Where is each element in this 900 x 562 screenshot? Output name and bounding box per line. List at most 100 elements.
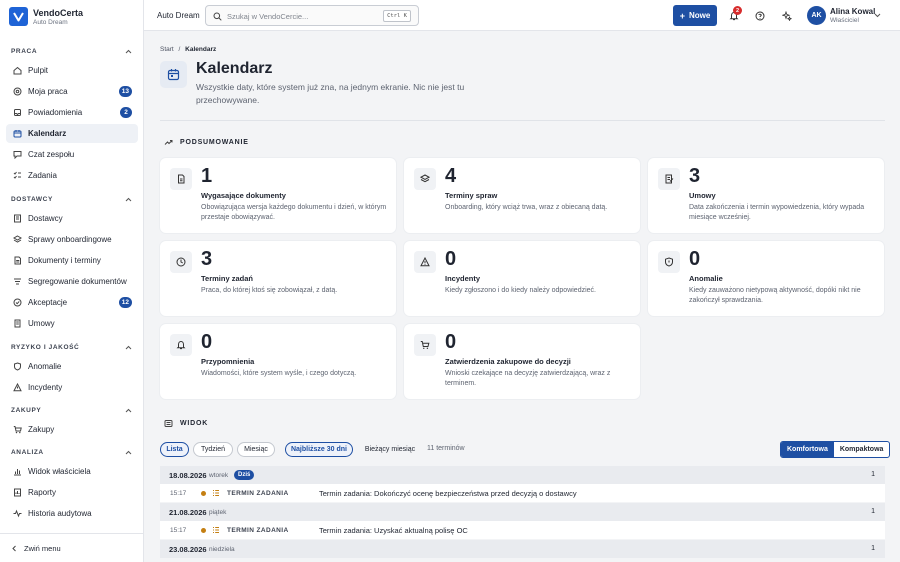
section-zakupy-heading: ZAKUPY — [11, 407, 42, 414]
avatar[interactable]: AK — [807, 6, 826, 25]
card-title: Anomalie — [689, 274, 723, 283]
sidebar-item-incydenty[interactable]: Incydenty — [6, 378, 138, 397]
brand[interactable]: VendoCerta Auto Dream — [9, 7, 83, 26]
card-count: 3 — [201, 248, 213, 270]
sidebar-item-sprawy-onboardingowe[interactable]: Sprawy onboardingowe — [6, 230, 138, 249]
sidebar-item-label: Moja praca — [28, 87, 68, 96]
sidebar-item-label: Dokumenty i terminy — [28, 256, 101, 265]
range-current-month[interactable]: Bieżący miesiąc — [360, 442, 420, 457]
sidebar-item-czat[interactable]: Czat zespołu — [6, 145, 138, 164]
day-header: 21.08.2026 piątek 1 — [160, 503, 885, 521]
contract-icon — [658, 168, 680, 190]
event-title[interactable]: Termin zadania: Uzyskać aktualną polisę … — [319, 526, 468, 535]
card-title: Terminy spraw — [445, 191, 498, 200]
card-count: 0 — [445, 248, 457, 270]
chevron-up-icon[interactable] — [124, 195, 132, 203]
help-icon[interactable] — [754, 10, 765, 21]
sidebar-item-segregowanie[interactable]: Segregowanie dokumentów — [6, 272, 138, 291]
event-kind: TERMIN ZADANIA — [227, 527, 289, 534]
user-name[interactable]: Alina Kowal — [830, 7, 875, 16]
summary-card-terminy-zadan[interactable]: 3 Terminy zadań Praca, do której ktoś si… — [160, 241, 396, 316]
new-button[interactable]: + Nowe — [673, 5, 717, 26]
checklist-icon — [212, 526, 220, 534]
sidebar-item-dostawcy[interactable]: Dostawcy — [6, 209, 138, 228]
list-icon — [164, 419, 173, 428]
sidebar-item-powiadomienia[interactable]: Powiadomienia 2 — [6, 103, 138, 122]
layers-icon — [13, 235, 22, 244]
sidebar-item-label: Historia audytowa — [28, 509, 92, 518]
chevron-down-icon[interactable] — [874, 11, 881, 20]
summary-card-przypomnienia[interactable]: 0 Przypomnienia Wiadomości, które system… — [160, 324, 396, 399]
day-header: 18.08.2026 wtorek Dziś 1 — [160, 466, 885, 484]
sidebar-item-kalendarz[interactable]: Kalendarz — [6, 124, 138, 143]
summary-card-anomalie[interactable]: 0 Anomalie Kiedy zauważono nietypową akt… — [648, 241, 884, 316]
org-switcher[interactable]: Auto Dream — [157, 11, 200, 20]
collapse-menu-button[interactable]: Zwiń menu — [0, 533, 144, 562]
summary-card-wygasajace-dokumenty[interactable]: 1 Wygasające dokumenty Obowiązująca wers… — [160, 158, 396, 233]
sidebar-item-label: Dostawcy — [28, 214, 63, 223]
sidebar-item-zakupy[interactable]: Zakupy — [6, 420, 138, 439]
target-icon — [13, 87, 22, 96]
event-time: 15:17 — [170, 490, 187, 497]
view-mode-tydzien[interactable]: Tydzień — [193, 442, 233, 457]
sidebar-item-zadania[interactable]: Zadania — [6, 166, 138, 185]
chevron-up-icon[interactable] — [124, 406, 132, 414]
range-next-30-days[interactable]: Najbliższe 30 dni — [285, 442, 353, 457]
density-compact[interactable]: Kompaktowa — [834, 442, 890, 457]
checklist-icon — [13, 171, 22, 180]
summary-card-incydenty[interactable]: 0 Incydenty Kiedy zgłoszono i do kiedy n… — [404, 241, 640, 316]
view-heading-label: WIDOK — [180, 420, 209, 427]
summary-card-zatwierdzenia-zakupowe[interactable]: 0 Zatwierdzenia zakupowe do decyzji Wnio… — [404, 324, 640, 399]
document-icon — [13, 256, 22, 265]
page-description: Wszystkie daty, które system już zna, na… — [196, 82, 465, 105]
event-status-dot — [201, 528, 206, 533]
sidebar-item-anomalie[interactable]: Anomalie — [6, 357, 138, 376]
sidebar-item-moja-praca[interactable]: Moja praca 13 — [6, 82, 138, 101]
sidebar-item-widok-wlasciciela[interactable]: Widok właściciela — [6, 462, 138, 481]
chevron-up-icon[interactable] — [124, 343, 132, 351]
day-count: 1 — [871, 471, 875, 478]
chevron-left-icon — [11, 545, 17, 554]
sidebar-item-label: Sprawy onboardingowe — [28, 235, 112, 244]
plus-icon: + — [679, 10, 685, 21]
events-count: 11 terminów — [427, 445, 465, 452]
chevron-up-icon[interactable] — [124, 448, 132, 456]
calendar-icon — [13, 129, 22, 138]
summary-card-umowy[interactable]: 3 Umowy Data zakończenia i termin wypowi… — [648, 158, 884, 233]
event-title[interactable]: Termin zadania: Dokończyć ocenę bezpiecz… — [319, 489, 577, 498]
sparkle-icon[interactable] — [781, 10, 792, 21]
sidebar-item-pulpit[interactable]: Pulpit — [6, 61, 138, 80]
home-icon — [13, 66, 22, 75]
event-row[interactable]: 15:17 TERMIN ZADANIA Termin zadania: Dok… — [160, 484, 885, 502]
section-analiza-heading: ANALIZA — [11, 449, 44, 456]
sidebar-item-label: Czat zespołu — [28, 150, 75, 159]
sidebar-item-raporty[interactable]: Raporty — [6, 483, 138, 502]
density-comfortable[interactable]: Komfortowa — [781, 442, 834, 457]
logo-icon — [9, 7, 28, 26]
view-mode-lista[interactable]: Lista — [160, 442, 189, 457]
search-input[interactable]: Szukaj w VendoCercie... Ctrl K — [205, 5, 419, 26]
sidebar-item-label: Kalendarz — [28, 129, 67, 138]
main-content: Start / Kalendarz Kalendarz Wszystkie da… — [144, 31, 900, 562]
sidebar-item-label: Akceptacje — [28, 298, 68, 307]
sidebar-item-umowy[interactable]: Umowy — [6, 314, 138, 333]
breadcrumb-start[interactable]: Start — [160, 46, 174, 53]
chat-icon — [13, 150, 22, 159]
count-badge: 2 — [120, 107, 132, 118]
report-icon — [13, 488, 22, 497]
sidebar-item-dokumenty[interactable]: Dokumenty i terminy — [6, 251, 138, 270]
card-count: 0 — [445, 331, 457, 353]
warning-icon — [13, 383, 22, 392]
view-mode-miesiac[interactable]: Miesiąc — [237, 442, 275, 457]
section-dostawcy-heading: DOSTAWCY — [11, 196, 53, 203]
day-count: 1 — [871, 508, 875, 515]
summary-card-terminy-spraw[interactable]: 4 Terminy spraw Onboarding, który wciąż … — [404, 158, 640, 233]
event-time: 15:17 — [170, 527, 187, 534]
sidebar-item-historia[interactable]: Historia audytowa — [6, 504, 138, 523]
day-weekday: niedziela — [209, 546, 235, 553]
event-row[interactable]: 15:17 TERMIN ZADANIA Termin zadania: Uzy… — [160, 521, 885, 539]
chevron-up-icon[interactable] — [124, 47, 132, 55]
breadcrumb-separator: / — [178, 46, 181, 53]
sidebar-item-akceptacje[interactable]: Akceptacje 12 — [6, 293, 138, 312]
sidebar-item-label: Powiadomienia — [28, 108, 83, 117]
